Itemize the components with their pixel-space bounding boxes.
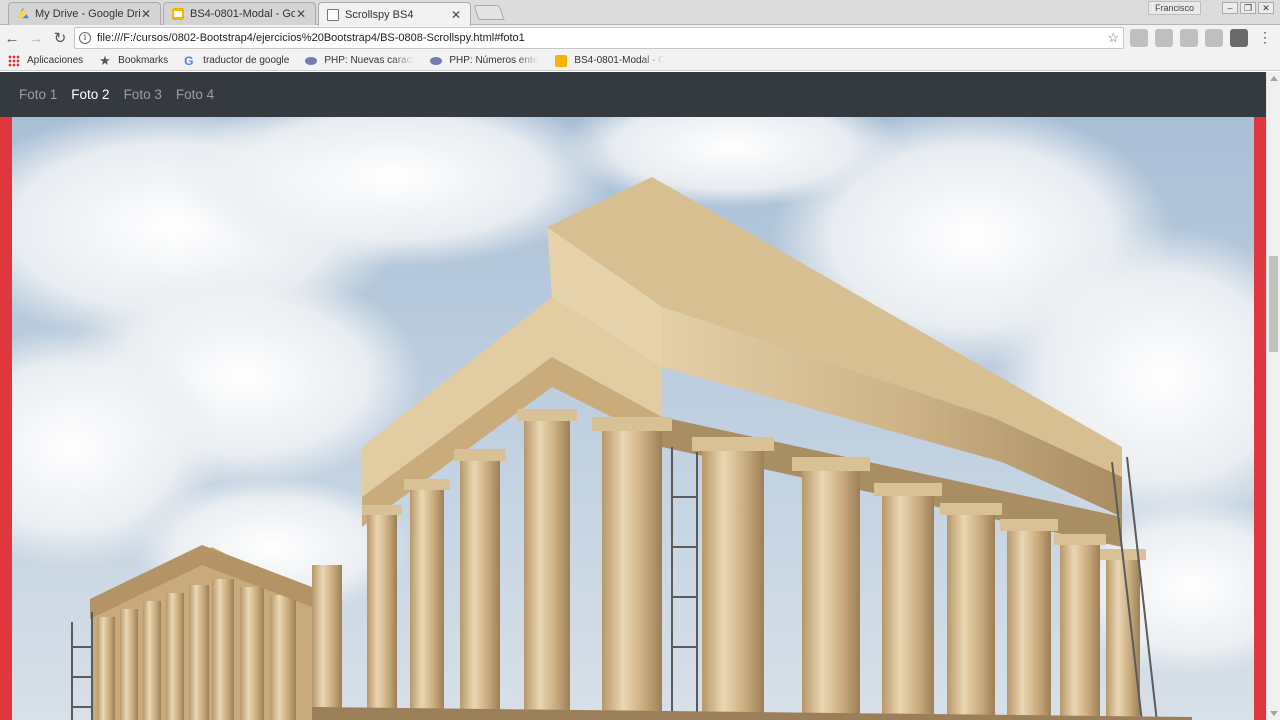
profile-button[interactable]: Francisco [1148, 1, 1202, 15]
url-text[interactable]: file:///F:/cursos/0802-Bootstrap4/ejerci… [97, 32, 1107, 44]
minimize-button[interactable]: – [1222, 2, 1238, 14]
reload-button[interactable]: ↻ [48, 26, 72, 50]
tab-title: Scrollspy BS4 [345, 8, 414, 21]
close-icon[interactable]: ✕ [295, 7, 307, 21]
bookmarks-bar: Aplicaciones ★ Bookmarks G traductor de … [0, 51, 1280, 71]
php-icon [305, 56, 318, 65]
tab-strip: My Drive - Google Drive ✕ BS4-0801-Modal… [0, 0, 1280, 26]
browser-toolbar: ← → ↻ i file:///F:/cursos/0802-Bootstrap… [0, 25, 1280, 51]
bookmark-label: BS4-0801-Modal - G [574, 55, 665, 66]
new-tab-button[interactable] [473, 5, 505, 20]
nav-link-foto-3[interactable]: Foto 3 [124, 87, 162, 102]
bookmark-php-numeros[interactable]: PHP: Números enter [430, 55, 539, 66]
maximize-button[interactable]: ❐ [1240, 2, 1256, 14]
bookmark-traductor[interactable]: G traductor de google [184, 55, 289, 67]
close-icon[interactable]: ✕ [450, 8, 462, 22]
nav-link-foto-4[interactable]: Foto 4 [176, 87, 214, 102]
bookmark-label: PHP: Nuevas caracter [324, 55, 415, 66]
reload-icon: ↻ [53, 30, 67, 47]
close-window-button[interactable]: ✕ [1258, 2, 1274, 14]
menu-icon[interactable]: ⋮ [1258, 30, 1272, 44]
scrollspy-navbar: Foto 1 Foto 2 Foto 3 Foto 4 [0, 72, 1266, 117]
bookmark-bs4-modal[interactable]: BS4-0801-Modal - G [555, 54, 665, 67]
close-icon[interactable]: ✕ [140, 7, 152, 21]
google-g-icon: G [184, 53, 194, 68]
address-bar[interactable]: i file:///F:/cursos/0802-Bootstrap4/ejer… [74, 27, 1124, 49]
scroll-down-arrow-icon[interactable] [1270, 711, 1278, 716]
page-scrollbar[interactable] [1266, 72, 1280, 720]
info-icon[interactable]: i [79, 32, 91, 44]
extension-icon[interactable] [1130, 29, 1148, 47]
nav-link-foto-2[interactable]: Foto 2 [71, 87, 109, 102]
php-icon [430, 56, 443, 65]
tab-title: My Drive - Google Drive [35, 8, 140, 20]
nav-link-foto-1[interactable]: Foto 1 [19, 87, 57, 102]
tab-scrollspy[interactable]: Scrollspy BS4 ✕ [318, 2, 471, 26]
bookmark-label: Aplicaciones [27, 55, 84, 66]
bookmark-label: Bookmarks [118, 55, 169, 66]
arrow-left-icon: ← [4, 29, 20, 47]
bookmark-aplicaciones[interactable]: Aplicaciones [8, 54, 84, 67]
extensions [1130, 29, 1248, 47]
skype-icon[interactable] [1155, 29, 1173, 47]
scroll-up-arrow-icon[interactable] [1270, 76, 1278, 81]
tab-my-drive[interactable]: My Drive - Google Drive ✕ [8, 2, 161, 25]
extension-icon[interactable] [1180, 29, 1198, 47]
bookmark-star-icon[interactable]: ☆ [1107, 30, 1119, 46]
back-button[interactable]: ← [0, 26, 24, 50]
parthenon-photo [12, 117, 1254, 720]
scrollbar-thumb[interactable] [1269, 256, 1278, 352]
tab-title: BS4-0801-Modal - Goog [190, 8, 295, 20]
bookmark-bookmarks[interactable]: ★ Bookmarks [99, 52, 169, 68]
arrow-right-icon: → [28, 29, 44, 47]
google-slides-icon [555, 54, 568, 67]
bookmark-php-nuevas[interactable]: PHP: Nuevas caracter [305, 55, 414, 66]
extension-icon[interactable] [1205, 29, 1223, 47]
forward-button[interactable]: → [24, 26, 48, 50]
shield-icon[interactable] [1230, 29, 1248, 47]
tab-bs4-modal[interactable]: BS4-0801-Modal - Goog ✕ [163, 2, 316, 25]
google-slides-icon [172, 8, 184, 20]
parthenon-image [12, 117, 1254, 720]
google-drive-icon [17, 8, 29, 19]
star-icon: ★ [99, 52, 111, 68]
bookmark-label: PHP: Números enter [449, 55, 540, 66]
apps-grid-icon [8, 54, 20, 67]
window-controls: – ❐ ✕ [1222, 2, 1274, 14]
page-viewport: Foto 1 Foto 2 Foto 3 Foto 4 [0, 72, 1266, 720]
bookmark-label: traductor de google [203, 55, 290, 66]
page-icon [327, 8, 339, 21]
